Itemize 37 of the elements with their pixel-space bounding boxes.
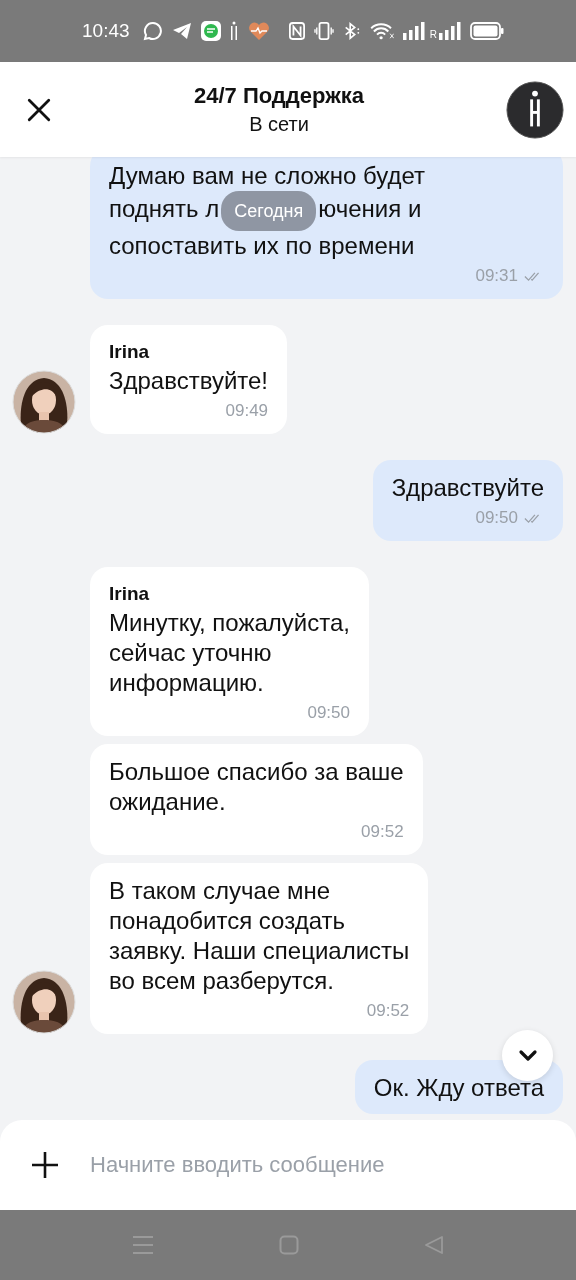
vibrate-icon (313, 22, 334, 40)
close-icon[interactable] (26, 96, 52, 123)
clock-time: 10:43 (82, 20, 130, 42)
signal-icon (439, 22, 461, 40)
message-time: 09:31 (475, 265, 518, 287)
message-text: Большое спасибо за ваше ожидание. (109, 757, 404, 817)
paper-plane-icon (171, 21, 192, 41)
message-text: Здравствуйте! (109, 366, 269, 396)
signal-icon (402, 22, 425, 40)
plus-icon[interactable] (30, 1150, 60, 1180)
roaming-label: R (429, 28, 437, 40)
message-text: Здравствуйте (391, 473, 544, 503)
message-text: ючения и (318, 195, 422, 223)
message-text: поднять л (109, 195, 220, 223)
chat-title: 24/7 Поддержка (193, 83, 365, 109)
heart-icon (246, 21, 271, 41)
logo-icon (506, 80, 564, 139)
message-time: 09:50 (475, 507, 518, 529)
battery-icon (470, 22, 504, 40)
sender-name: Irina (109, 582, 151, 606)
wifi-icon (369, 22, 394, 40)
message-icon (200, 21, 221, 41)
message-time: 09:52 (366, 1000, 410, 1022)
sender-name: Irina (109, 340, 151, 364)
message-text: Минутку, пожалуйста, сейчас уточню информацию. (109, 608, 350, 698)
chat-bubble-icon (142, 21, 163, 41)
message-text: Ок. Жду ответа (373, 1073, 544, 1103)
message-time: 09:49 (225, 400, 269, 422)
message-time: 09:50 (307, 702, 350, 724)
figure-icon (229, 21, 238, 41)
message-text: Думаю вам не сложно будет (109, 162, 425, 189)
message-time: 09:52 (361, 821, 404, 843)
online-status: В сети (249, 113, 309, 136)
message-text: сопоставить их по времени (109, 232, 415, 259)
nfc-icon (288, 22, 305, 40)
date-pill: Сегодня (221, 191, 317, 231)
message-text: В таком случае мне понадобится создать заявку. Наши специалисты во всем разберутся. (109, 876, 410, 996)
